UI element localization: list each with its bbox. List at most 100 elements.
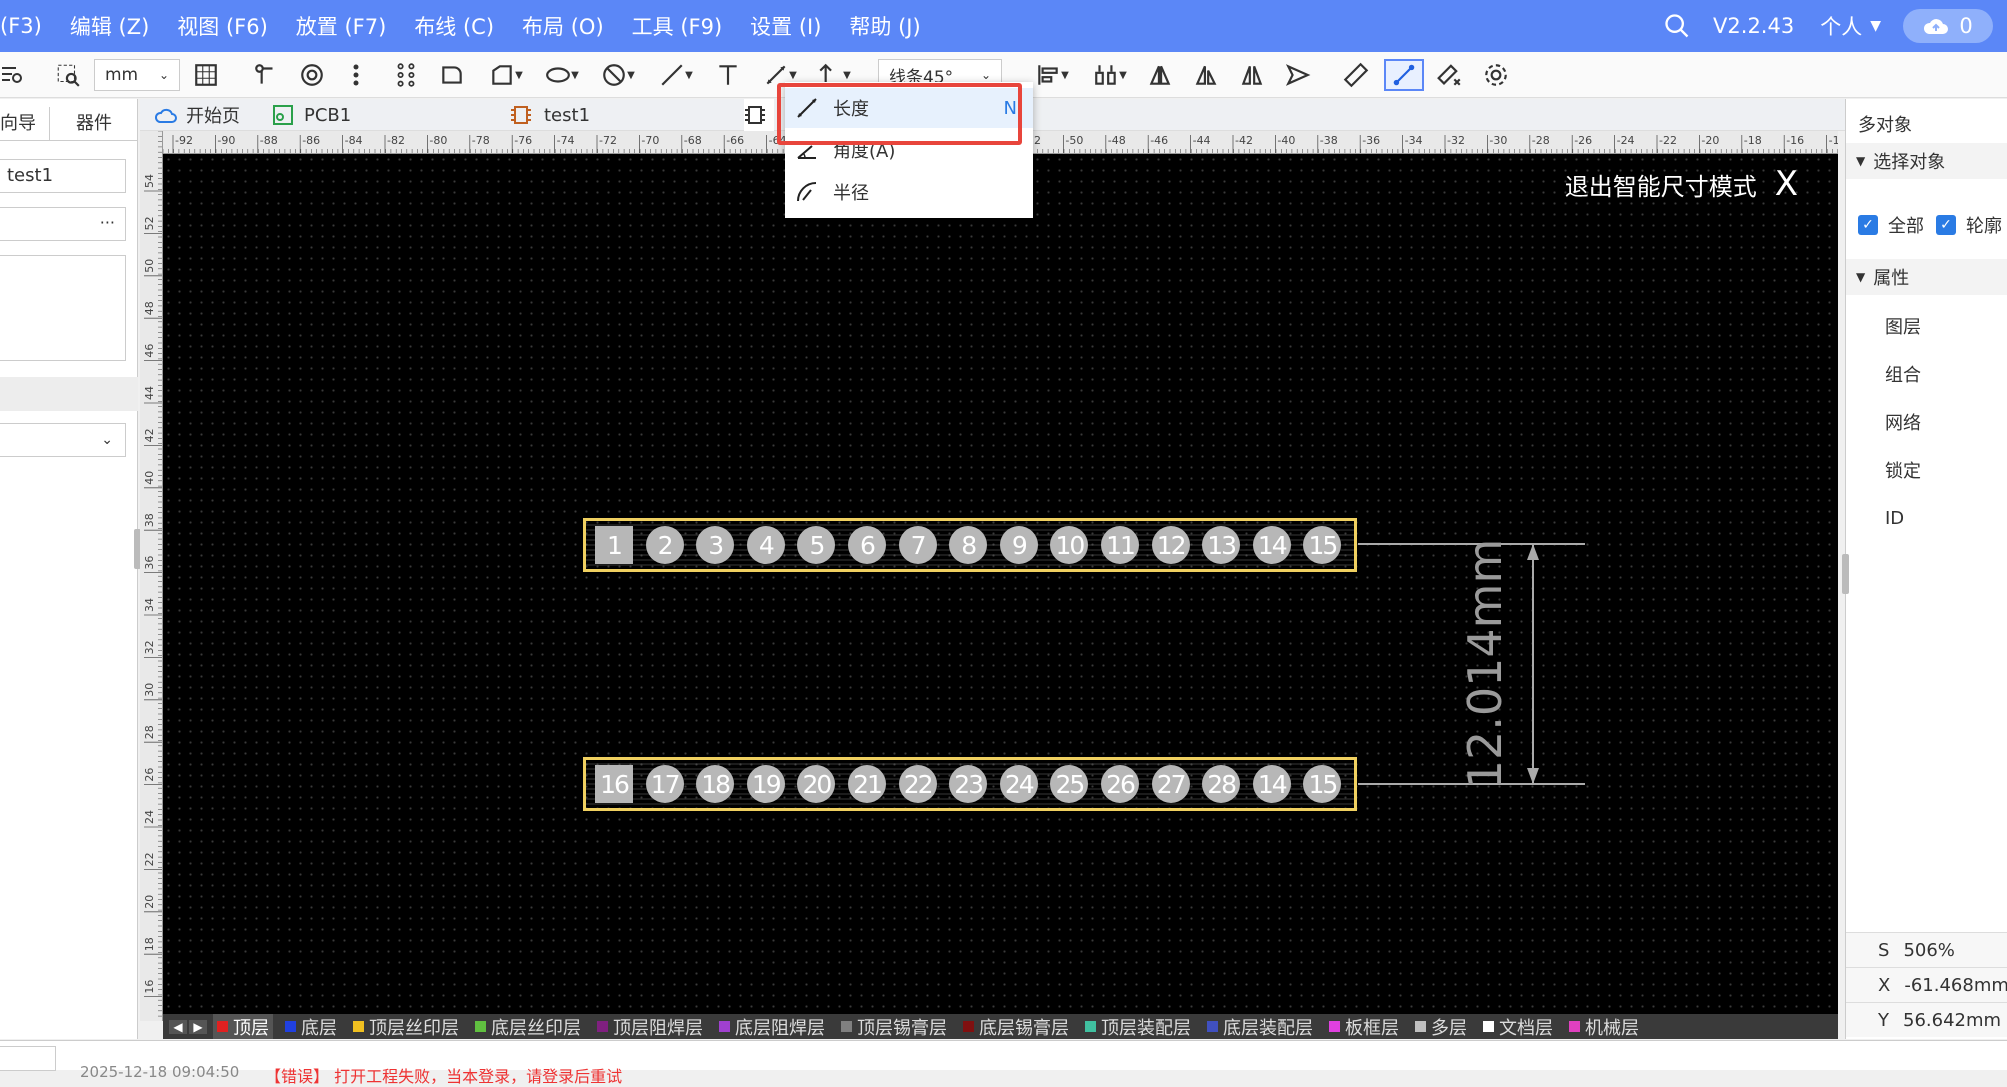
library-select[interactable]: ⌄ xyxy=(0,423,126,457)
menu-item-file[interactable]: (F3) xyxy=(0,14,42,38)
pad[interactable]: 1 xyxy=(595,526,633,564)
via-icon[interactable] xyxy=(296,59,328,91)
pad[interactable]: 27 xyxy=(1151,765,1190,803)
pad[interactable]: 25 xyxy=(1050,765,1089,803)
pad[interactable]: 22 xyxy=(898,765,937,803)
pad-row-icon[interactable] xyxy=(344,59,368,91)
layer-item[interactable]: 多层 xyxy=(1411,1014,1471,1039)
list-search-icon[interactable] xyxy=(0,59,24,91)
tab-pcb1[interactable]: PCB1 xyxy=(272,99,351,131)
line-icon[interactable]: ▼ xyxy=(654,59,698,91)
search-icon[interactable] xyxy=(1663,12,1691,40)
align-icon[interactable]: ▼ xyxy=(1030,59,1074,91)
pad[interactable]: 19 xyxy=(746,765,785,803)
menu-item-edit[interactable]: 编辑 (Z) xyxy=(70,11,149,41)
menu-item-tools[interactable]: 工具 (F9) xyxy=(632,11,723,41)
layer-item[interactable]: 底层阻焊层 xyxy=(715,1014,829,1039)
pad[interactable]: 14 xyxy=(1252,526,1291,564)
select-objects-section[interactable]: ▼ 选择对象 xyxy=(1846,143,2007,179)
tab-active-footprint[interactable] xyxy=(744,99,774,131)
ruler-icon[interactable] xyxy=(1340,59,1372,91)
tab-start-page[interactable]: 开始页 xyxy=(154,99,240,131)
pad[interactable]: 12 xyxy=(1151,526,1190,564)
layer-item[interactable]: 文档层 xyxy=(1479,1014,1557,1039)
rotate-icon[interactable] xyxy=(1190,59,1222,91)
cloud-button[interactable]: 0 xyxy=(1903,9,1993,43)
flip-horizontal-icon[interactable] xyxy=(1144,59,1176,91)
pad[interactable]: 21 xyxy=(848,765,886,803)
pad[interactable]: 18 xyxy=(696,765,735,803)
text-icon[interactable] xyxy=(712,59,744,91)
chevron-left-icon[interactable]: ◀ xyxy=(169,1019,187,1034)
pad[interactable]: 23 xyxy=(949,765,988,803)
pad[interactable]: 15 xyxy=(1303,526,1342,564)
chevron-down-icon[interactable]: ▼ xyxy=(1870,18,1881,34)
user-menu[interactable]: 个人 xyxy=(1820,11,1862,41)
chevron-right-icon[interactable]: ▶ xyxy=(189,1019,207,1034)
pad[interactable]: 24 xyxy=(999,765,1038,803)
layer-item[interactable]: 底层锡膏层 xyxy=(959,1014,1073,1039)
check-outline-checkbox[interactable]: ✓ xyxy=(1936,215,1956,235)
measure-clear-icon[interactable] xyxy=(1434,59,1466,91)
check-all-checkbox[interactable]: ✓ xyxy=(1858,215,1878,235)
polygon-dropdown-icon[interactable]: ▼ xyxy=(484,59,528,91)
layer-item[interactable]: 机械层 xyxy=(1565,1014,1643,1039)
more-icon[interactable]: ··· xyxy=(100,213,115,232)
dimension-graphic[interactable] xyxy=(163,154,1838,1021)
menu-item-length[interactable]: 长度 N xyxy=(785,88,1033,128)
pad[interactable]: 9 xyxy=(999,526,1038,564)
pad[interactable]: 6 xyxy=(848,526,886,564)
menu-item-radius[interactable]: 半径 xyxy=(785,172,1033,212)
region-icon[interactable] xyxy=(436,59,468,91)
layer-item[interactable]: 顶层阻焊层 xyxy=(593,1014,707,1039)
wire-icon[interactable] xyxy=(250,59,282,91)
menu-item-route[interactable]: 布线 (C) xyxy=(414,11,494,41)
menu-item-help[interactable]: 帮助 (J) xyxy=(849,11,920,41)
pad[interactable]: 7 xyxy=(898,526,937,564)
pcb-canvas[interactable]: 退出智能尺寸模式 X 1 2 3 4 5 6 7 8 9 10 11 12 13 14 15 16 17 18 1… xyxy=(163,154,1838,1021)
layer-item[interactable]: 底层装配层 xyxy=(1203,1014,1317,1039)
close-icon[interactable]: X xyxy=(1775,164,1798,204)
grid-icon[interactable] xyxy=(190,59,222,91)
menu-item-view[interactable]: 视图 (F6) xyxy=(177,11,268,41)
layer-item[interactable]: 底层丝印层 xyxy=(471,1014,585,1039)
pad[interactable]: 10 xyxy=(1050,526,1089,564)
pad[interactable]: 4 xyxy=(746,526,785,564)
layer-item[interactable]: 底层 xyxy=(281,1014,341,1039)
smart-dimension-button[interactable] xyxy=(1384,59,1424,91)
pad[interactable]: 13 xyxy=(1202,526,1241,564)
send-icon[interactable] xyxy=(1282,59,1314,91)
filter-field[interactable]: ··· xyxy=(0,207,126,241)
layer-item[interactable]: 顶层 xyxy=(213,1014,273,1039)
menu-item-angle[interactable]: 角度(A) xyxy=(785,130,1033,170)
distribute-icon[interactable]: ▼ xyxy=(1088,59,1132,91)
menu-item-settings[interactable]: 设置 (I) xyxy=(750,11,821,41)
pad[interactable]: 14 xyxy=(1252,765,1291,803)
pad[interactable]: 16 xyxy=(595,765,633,803)
layer-item[interactable]: 板框层 xyxy=(1325,1014,1403,1039)
menu-item-layout[interactable]: 布局 (O) xyxy=(522,11,604,41)
menu-item-place[interactable]: 放置 (F7) xyxy=(296,11,387,41)
pad[interactable]: 15 xyxy=(1303,765,1342,803)
tab-guide[interactable]: 向导 xyxy=(0,107,50,140)
layer-item[interactable]: 顶层装配层 xyxy=(1081,1014,1195,1039)
pad[interactable]: 20 xyxy=(797,765,836,803)
pad[interactable]: 17 xyxy=(645,765,684,803)
unit-select[interactable]: mm ⌄ xyxy=(94,59,180,91)
exit-smart-dimension[interactable]: 退出智能尺寸模式 X xyxy=(1565,164,1798,204)
zoom-select-icon[interactable] xyxy=(52,59,84,91)
layer-item[interactable]: 顶层丝印层 xyxy=(349,1014,463,1039)
tab-components[interactable]: 器件 xyxy=(50,107,138,140)
pad[interactable]: 2 xyxy=(645,526,684,564)
pad[interactable]: 3 xyxy=(696,526,735,564)
ellipse-dropdown-icon[interactable]: ▼ xyxy=(540,59,584,91)
pad[interactable]: 28 xyxy=(1202,765,1241,803)
gear-icon[interactable] xyxy=(1480,59,1512,91)
pad-grid-icon[interactable] xyxy=(390,59,422,91)
no-connect-icon[interactable]: ▼ xyxy=(596,59,640,91)
search-input[interactable]: test1 xyxy=(0,159,126,193)
mirror-icon[interactable] xyxy=(1236,59,1268,91)
pad[interactable]: 26 xyxy=(1101,765,1139,803)
tab-test1[interactable]: test1 xyxy=(510,99,590,131)
collapse-handle[interactable] xyxy=(1842,554,1849,594)
